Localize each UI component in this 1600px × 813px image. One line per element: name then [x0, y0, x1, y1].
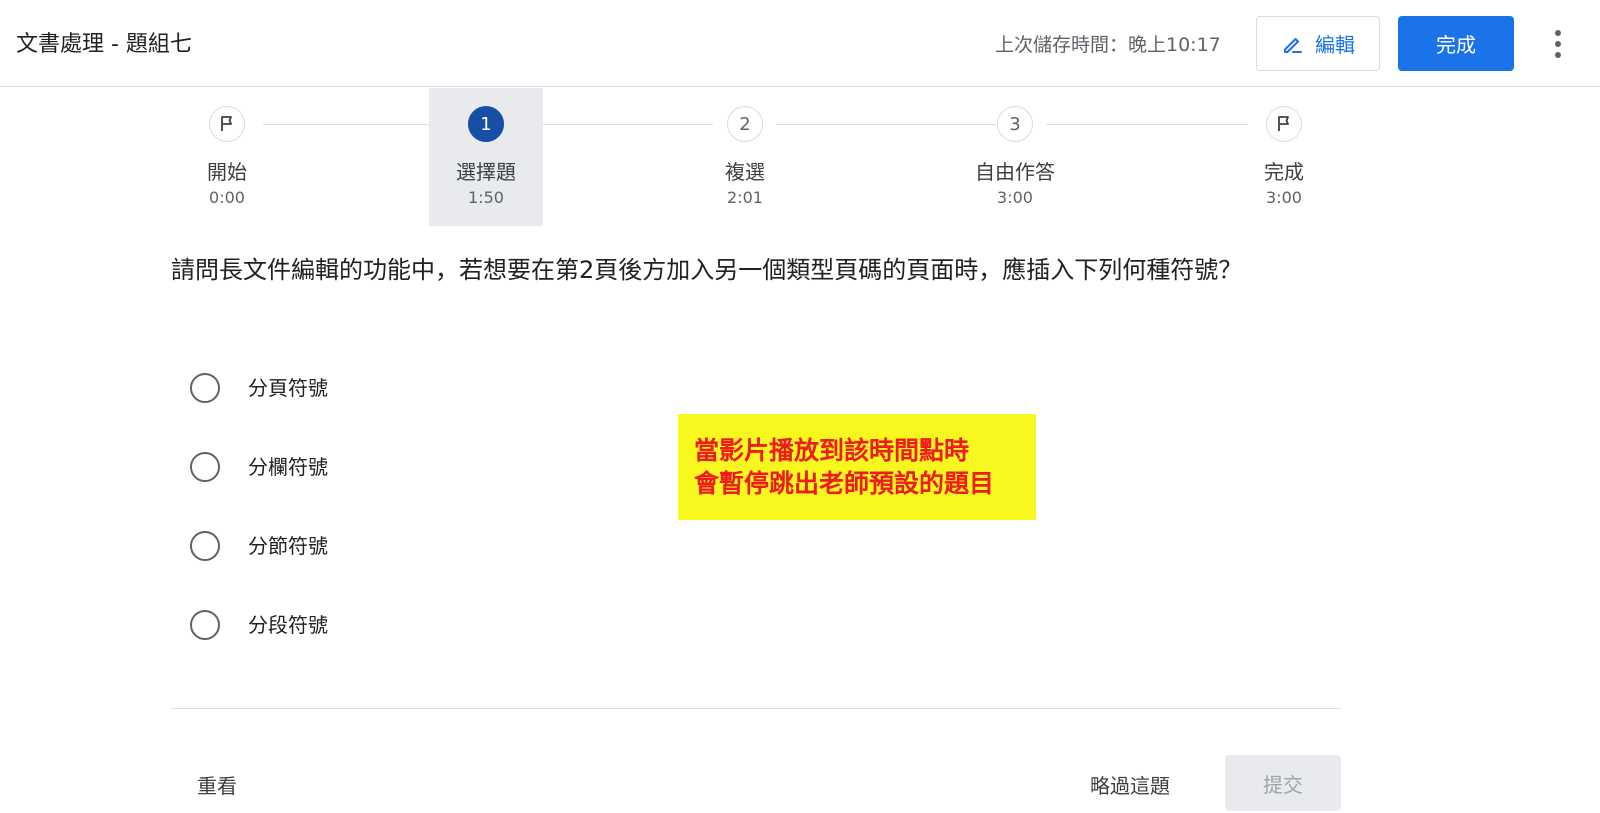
answer-option[interactable]: 分段符號 — [190, 610, 490, 689]
answer-option[interactable]: 分節符號 — [190, 531, 490, 610]
option-label: 分節符號 — [248, 534, 328, 558]
pencil-icon — [1284, 37, 1302, 53]
step-start[interactable]: 開始 0:00 — [170, 88, 284, 226]
step-finish[interactable]: 完成 3:00 — [1227, 88, 1341, 226]
document-title: 文書處理 - 題組七 — [16, 32, 192, 57]
review-button[interactable]: 重看 — [197, 770, 237, 799]
step-label: 完成 — [1264, 160, 1304, 184]
step-number: 1 — [468, 106, 504, 142]
edit-button-label: 編輯 — [1315, 33, 1355, 57]
question-text: 請問長文件編輯的功能中，若想要在第2頁後方加入另一個類型頁碼的頁面時，應插入下列… — [171, 256, 1243, 284]
step-time: 0:00 — [209, 188, 245, 207]
step-number: 2 — [727, 106, 763, 142]
submit-button[interactable]: 提交 — [1225, 755, 1341, 811]
done-button[interactable]: 完成 — [1398, 16, 1514, 71]
step-number: 3 — [997, 106, 1033, 142]
step-multi-select[interactable]: 2 複選 2:01 — [688, 88, 802, 226]
save-status: 上次儲存時間：晚上10:17 — [995, 34, 1221, 56]
step-label: 開始 — [207, 160, 247, 184]
answer-option[interactable]: 分欄符號 — [190, 452, 490, 531]
option-label: 分段符號 — [248, 613, 328, 637]
flag-icon — [1278, 116, 1289, 131]
answer-options: 分頁符號 分欄符號 分節符號 分段符號 — [190, 373, 490, 689]
step-label: 複選 — [725, 160, 765, 184]
step-connector — [1046, 124, 1248, 125]
radio-button[interactable] — [190, 452, 220, 482]
note-line: 當影片播放到該時間點時 — [694, 436, 970, 465]
step-label: 自由作答 — [975, 160, 1055, 184]
step-time: 3:00 — [997, 188, 1033, 207]
edit-button[interactable]: 編輯 — [1256, 16, 1380, 71]
skip-question-button[interactable]: 略過這題 — [1090, 770, 1170, 799]
top-bar: 文書處理 - 題組七 上次儲存時間：晚上10:17 編輯 完成 — [0, 0, 1600, 87]
radio-button[interactable] — [190, 531, 220, 561]
divider — [171, 708, 1341, 709]
annotation-note: 當影片播放到該時間點時 會暫停跳出老師預設的題目 — [678, 414, 1036, 520]
step-time: 2:01 — [727, 188, 763, 207]
step-time: 1:50 — [468, 188, 504, 207]
step-label: 選擇題 — [456, 160, 516, 184]
note-line: 會暫停跳出老師預設的題目 — [694, 469, 995, 498]
step-free-response[interactable]: 3 自由作答 3:00 — [958, 88, 1072, 226]
option-label: 分欄符號 — [248, 455, 328, 479]
progress-stepper: 開始 0:00 1 選擇題 1:50 2 複選 2:01 3 自由作答 3:00… — [0, 88, 1600, 226]
step-connector — [263, 124, 456, 125]
option-label: 分頁符號 — [248, 376, 328, 400]
step-time: 3:00 — [1266, 188, 1302, 207]
radio-button[interactable] — [190, 610, 220, 640]
step-multiple-choice[interactable]: 1 選擇題 1:50 — [429, 88, 543, 226]
radio-button[interactable] — [190, 373, 220, 403]
flag-icon — [221, 116, 232, 131]
more-options-icon[interactable] — [1538, 22, 1578, 66]
answer-option[interactable]: 分頁符號 — [190, 373, 490, 452]
